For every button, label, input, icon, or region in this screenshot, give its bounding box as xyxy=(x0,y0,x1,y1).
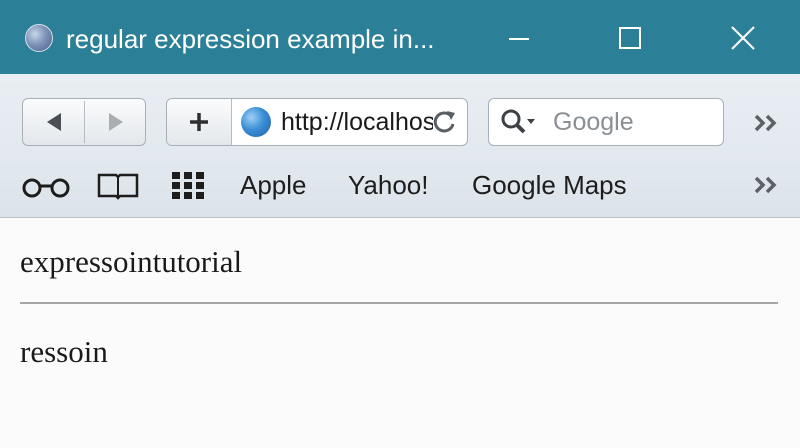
output-line-1: expressointutorial xyxy=(20,244,243,279)
minimize-icon xyxy=(509,38,529,40)
back-button[interactable] xyxy=(23,99,84,145)
maximize-button[interactable] xyxy=(600,14,660,62)
globe-icon xyxy=(241,107,271,137)
address-bar-group: http://localhost xyxy=(166,98,468,146)
search-placeholder: Google xyxy=(553,108,634,136)
app-icon xyxy=(25,24,53,52)
grid-icon[interactable] xyxy=(170,170,208,200)
back-arrow-icon xyxy=(47,113,61,131)
output-line-2: ressoin xyxy=(20,334,108,369)
search-icon xyxy=(501,109,535,134)
forward-arrow-icon xyxy=(109,113,123,131)
address-input[interactable]: http://localhost xyxy=(281,106,433,138)
reload-icon[interactable] xyxy=(429,107,459,137)
search-box[interactable]: Google xyxy=(488,98,724,146)
bookmark-apple[interactable]: Apple xyxy=(240,168,307,202)
browser-toolbar: http://localhost Google Apple Yahoo! Goo… xyxy=(0,74,800,218)
open-book-icon[interactable] xyxy=(96,170,140,200)
close-button[interactable] xyxy=(712,14,772,62)
browser-window: regular expression example in... http://… xyxy=(0,0,800,448)
navigation-buttons xyxy=(22,98,146,146)
horizontal-rule xyxy=(20,302,778,304)
bookmarks-overflow-icon[interactable] xyxy=(752,172,784,198)
add-button[interactable] xyxy=(167,99,232,145)
page-content: expressointutorial ressoin xyxy=(0,218,800,448)
toolbar-overflow-icon[interactable] xyxy=(752,110,784,136)
bookmark-yahoo[interactable]: Yahoo! xyxy=(348,168,428,202)
window-title: regular expression example in... xyxy=(66,24,435,54)
forward-button[interactable] xyxy=(85,99,146,145)
title-bar[interactable]: regular expression example in... xyxy=(0,0,800,74)
minimize-button[interactable] xyxy=(488,14,548,62)
reading-glasses-icon[interactable] xyxy=(20,172,72,198)
bookmark-google-maps[interactable]: Google Maps xyxy=(472,168,627,202)
maximize-icon xyxy=(619,27,641,49)
close-icon xyxy=(731,26,755,50)
plus-icon xyxy=(190,113,208,131)
